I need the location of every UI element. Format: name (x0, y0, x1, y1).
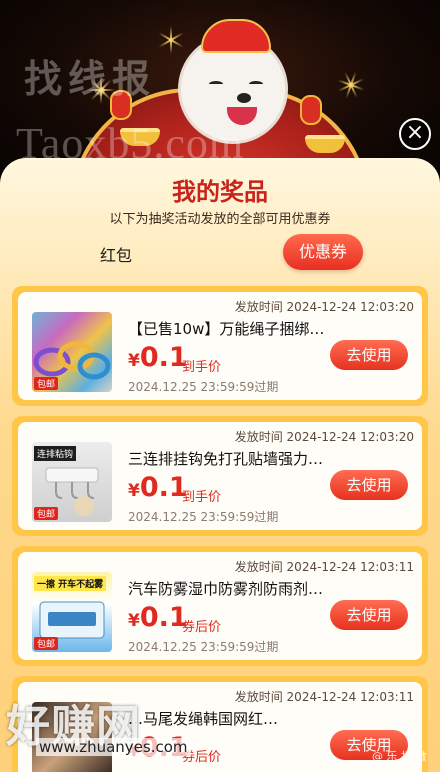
coupon-card: 发放时间 2024-12-24 12:03:20 连排粘钩 包邮 三连排挂钩免打… (12, 416, 428, 536)
product-thumb-label: 一擦 开车不起雾 (34, 576, 107, 591)
free-shipping-badge: 包邮 (34, 637, 59, 650)
price: ¥0.1 (128, 602, 188, 633)
expiry-text: 2024.12.25 23:59:59过期 (128, 640, 279, 654)
expiry-text: 2024.12.25 23:59:59过期 (128, 510, 279, 524)
price-label: 券后价 (182, 620, 222, 635)
price: ¥0.1 (128, 472, 188, 503)
issue-time: 发放时间 2024-12-24 12:03:11 (234, 690, 414, 704)
page-title: 我的奖品 (172, 178, 268, 206)
lantern-icon (300, 95, 322, 125)
product-thumbnail[interactable]: 一擦 开车不起雾 包邮 (32, 572, 112, 652)
use-coupon-button[interactable]: 去使用 (330, 470, 408, 500)
mascot-eye (249, 81, 263, 87)
watermark-url: www.zhuanyes.com (36, 738, 191, 756)
product-name[interactable]: 汽车防雾湿巾防雾剂防雨剂… (128, 578, 358, 599)
product-name[interactable]: 【已售10w】万能绳子捆绑… (128, 318, 358, 339)
use-coupon-button[interactable]: 去使用 (330, 600, 408, 630)
price-label: 到手价 (182, 360, 222, 375)
prize-panel: 我的奖品 以下为抽奖活动发放的全部可用优惠券 红包 优惠券 发放时间 2024-… (0, 158, 440, 772)
close-icon: × (405, 120, 425, 145)
issue-time: 发放时间 2024-12-24 12:03:11 (234, 560, 414, 574)
price: ¥0.1 (128, 342, 188, 373)
product-thumbnail[interactable]: 包邮 (32, 312, 112, 392)
coupon-card: 发放时间 2024-12-24 12:03:11 一擦 开车不起雾 包邮 汽车防… (12, 546, 428, 666)
product-name[interactable]: 三连排挂钩免打孔贴墙强力… (128, 448, 358, 469)
close-button[interactable]: × (399, 118, 431, 150)
lion-hat-icon (201, 19, 271, 53)
free-shipping-badge: 包邮 (34, 507, 59, 520)
product-thumbnail[interactable]: 连排粘钩 包邮 (32, 442, 112, 522)
watermark-weibo: @ 乐 报 微 (372, 750, 427, 763)
mascot-eye (209, 81, 223, 87)
watermark-site-cn: 找线报 (24, 57, 157, 101)
coupon-card: 发放时间 2024-12-24 12:03:20 包邮 【已售10w】万能绳子捆… (12, 286, 428, 406)
price-label: 到手价 (182, 490, 222, 505)
product-thumb-label: 连排粘钩 (34, 446, 77, 461)
use-coupon-button[interactable]: 去使用 (330, 340, 408, 370)
page-subtitle: 以下为抽奖活动发放的全部可用优惠券 (109, 212, 331, 227)
firework-decoration (320, 55, 380, 115)
product-name[interactable]: …马尾发绳韩国网红… (128, 708, 358, 729)
expiry-text: 2024.12.25 23:59:59过期 (128, 380, 279, 394)
tab-coupon[interactable]: 优惠券 (283, 234, 363, 270)
free-shipping-badge: 包邮 (34, 377, 59, 390)
tab-red-packet[interactable]: 红包 (100, 242, 132, 266)
issue-time: 发放时间 2024-12-24 12:03:20 (234, 300, 414, 314)
mascot-nose (237, 93, 251, 103)
issue-time: 发放时间 2024-12-24 12:03:20 (234, 430, 414, 444)
